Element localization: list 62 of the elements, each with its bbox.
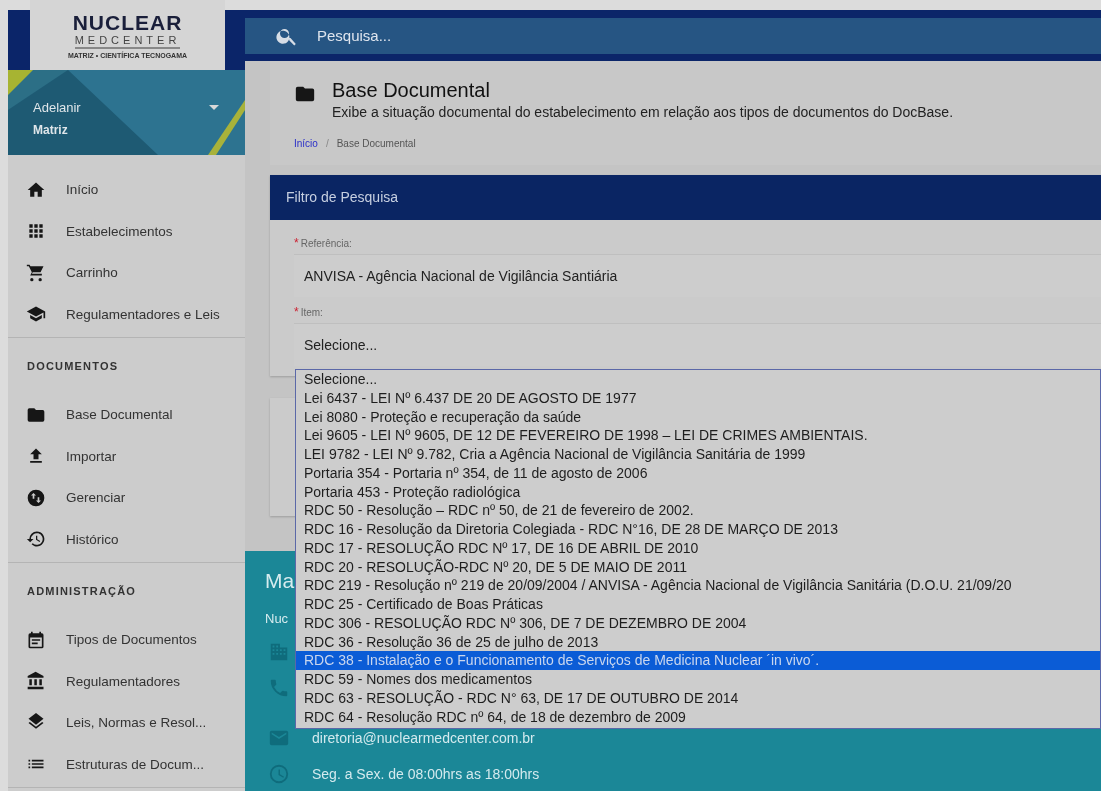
sidebar-item[interactable]: Tipos de Documentos: [8, 619, 245, 661]
field-label: Item:: [300, 307, 323, 318]
calendar-icon: [26, 629, 46, 650]
opening-hours: Seg. a Sex. de 08:00hrs as 18:00hrs: [312, 766, 540, 782]
breadcrumb-item[interactable]: Início: [294, 138, 318, 149]
dropdown-option[interactable]: LEI 9782 - LEI Nº 9.782, Cria a Agência Nacional de Vigilância Sanitária de 1999: [296, 445, 1100, 464]
dropdown-option[interactable]: RDC 36 - Resolução 36 de 25 de julho de 2013: [296, 632, 1100, 652]
dropdown-option[interactable]: Lei 6437 - LEI Nº 6.437 DE 20 DE AGOSTO DE 1977: [296, 388, 1100, 408]
contact-email: diretoria@nuclearmedcenter.com.br: [312, 730, 535, 746]
dropdown-option[interactable]: Lei 9605 - LEI Nº 9605, DE 12 DE FEVEREIRO DE 1998 – LEI DE CRIMES AMBIENTAIS.: [296, 426, 1100, 445]
select-field[interactable]: Selecione...: [294, 323, 1101, 366]
phone-icon: [268, 677, 290, 699]
search-field[interactable]: Pesquisa...: [245, 17, 1101, 54]
card-header: Filtro de Pesquisa: [270, 175, 1101, 220]
dropdown-option[interactable]: Selecione...: [296, 370, 1100, 389]
dropdown-option[interactable]: RDC 16 - Resolução da Diretoria Colegiada - RDC N°16, DE 28 DE MARÇO DE 2013: [296, 520, 1100, 539]
sidebar-item[interactable]: Início: [8, 169, 245, 211]
dropdown-option[interactable]: RDC 59 - Nomes dos medicamentos: [296, 670, 1100, 689]
dropdown-option[interactable]: Portaria 354 - Portaria nº 354, de 11 de agosto de 2006: [296, 463, 1100, 483]
sidebar-item[interactable]: Leis, Normas e Resol...: [8, 702, 245, 744]
sidebar-item[interactable]: Regulamentadores: [8, 660, 245, 702]
dropdown-option[interactable]: RDC 50 - Resolução – RDC nº 50, de 21 de fevereiro de 2002.: [296, 501, 1100, 520]
logo-title: NUCLEAR: [72, 11, 183, 34]
footer-title: Ma: [265, 569, 295, 593]
dropdown-option[interactable]: RDC 38 - Instalação e o Funcionamento de Serviços de Medicina Nuclear ´in vivo´.: [296, 651, 1100, 670]
swap-icon: [26, 487, 46, 508]
page-title: Base Documental: [332, 79, 491, 102]
sidebar-item[interactable]: Gerenciar: [8, 477, 245, 519]
dropdown-option[interactable]: RDC 64 - Resolução RDC nº 64, de 18 de dezembro de 2009: [296, 707, 1100, 727]
user-unit: Matriz: [33, 123, 68, 137]
dropdown-option[interactable]: RDC 63 - RESOLUÇÃO - RDC N° 63, DE 17 DE OUTUBRO DE 2014: [296, 688, 1100, 708]
cart-icon: [26, 262, 46, 283]
sidebar-item[interactable]: Histórico: [8, 518, 245, 560]
select-field[interactable]: ANVISA - Agência Nacional de Vigilância Santiária: [294, 254, 1101, 297]
logo-subtitle: MEDCENTER: [74, 33, 181, 49]
section-heading: DOCUMENTOS: [27, 360, 119, 372]
page-description: Exibe a situação documental do estabelecimento em relação aos tipos de documentos do DocBase.: [332, 104, 954, 120]
dropdown-option[interactable]: RDC 306 - RESOLUÇÃO RDC Nº 306, DE 7 DE DEZEMBRO DE 2004: [296, 613, 1100, 633]
sidebar-item[interactable]: Regulamentadores e Leis: [8, 293, 245, 335]
breadcrumb-separator: /: [325, 138, 329, 149]
dropdown-option[interactable]: RDC 17 - RESOLUÇÃO RDC Nº 17, DE 16 DE ABRIL DE 2010: [296, 538, 1100, 558]
dropdown-option[interactable]: RDC 20 - RESOLUÇÃO-RDC Nº 20, DE 5 DE MAIO DE 2011: [296, 557, 1100, 577]
footer-subtitle: Nuc: [265, 611, 289, 626]
user-name[interactable]: Adelanir: [33, 100, 81, 115]
dropdown-option[interactable]: Portaria 453 - Proteção radiológica: [296, 482, 1100, 502]
dropdown-option[interactable]: Lei 8080 - Proteção e recuperação da saúde: [296, 407, 1100, 427]
dropdown-option[interactable]: RDC 25 - Certificado de Boas Práticas: [296, 595, 1100, 614]
required-mark: *: [294, 236, 299, 250]
bank-icon: [26, 671, 46, 692]
sidebar-item[interactable]: Importar: [8, 435, 245, 477]
sidebar-item[interactable]: Estruturas de Docum...: [8, 743, 245, 785]
required-mark: *: [294, 305, 299, 319]
building-icon: [268, 641, 290, 663]
clock-icon: [268, 763, 290, 785]
sidebar-item[interactable]: Carrinho: [8, 252, 245, 294]
dropdown-option[interactable]: RDC 219 - Resolução nº 219 de 20/09/2004 / ANVISA - Agência Nacional de Vigilância Sanitária (D.O.U. 21/09/20: [296, 576, 1100, 595]
breadcrumb-item[interactable]: Base Documental: [336, 138, 416, 149]
caret-icon[interactable]: [209, 105, 219, 110]
section-heading: ADMINISTRAÇÃO: [27, 585, 137, 597]
sidebar-item[interactable]: Estabelecimentos: [8, 210, 245, 252]
sidebar-item[interactable]: Base Documental: [8, 394, 245, 436]
field-label: Referência:: [300, 238, 352, 249]
